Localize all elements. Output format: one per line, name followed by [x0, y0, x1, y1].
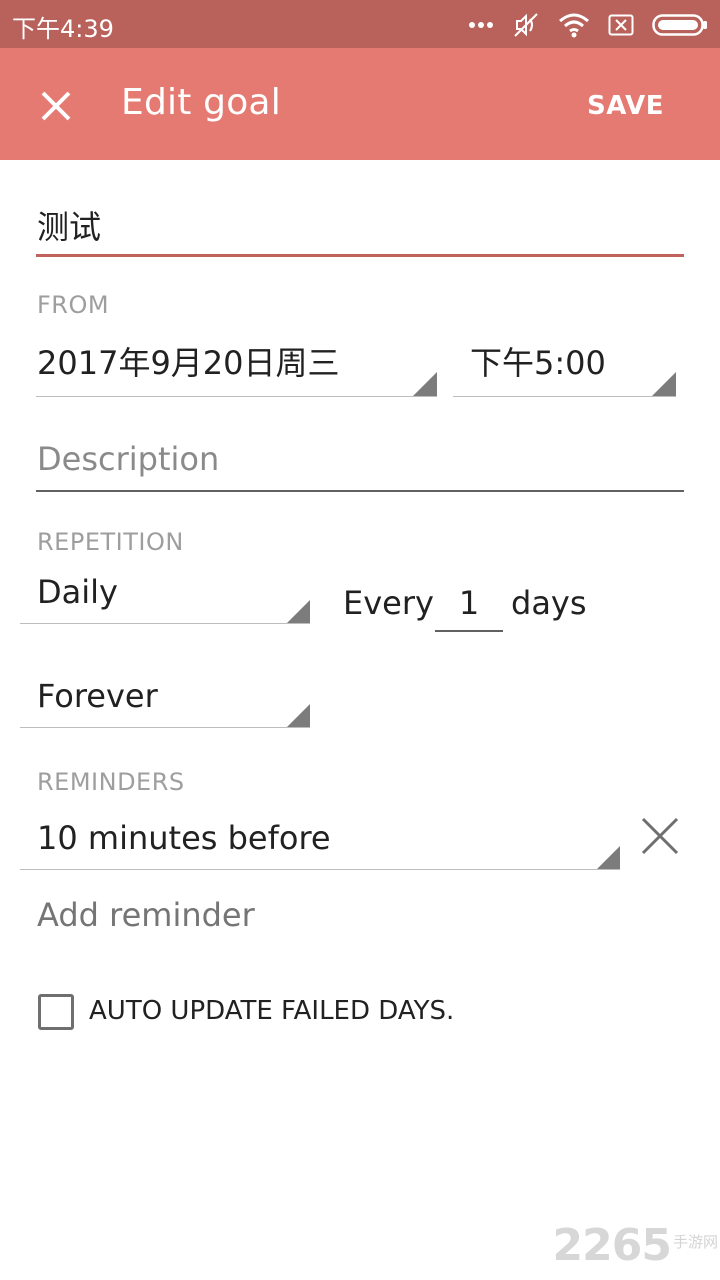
- goal-title-underline: [36, 254, 684, 257]
- watermark-text: 手游网: [672, 1233, 718, 1251]
- from-time-underline: [453, 396, 676, 397]
- page-title: Edit goal: [121, 82, 281, 123]
- dropdown-triangle-icon: [286, 600, 310, 624]
- from-date-spinner[interactable]: 2017年9月20日周三: [36, 330, 437, 398]
- close-icon: [41, 91, 71, 121]
- description-input[interactable]: Description: [37, 440, 219, 478]
- from-date-underline: [36, 396, 437, 397]
- dropdown-triangle-icon: [652, 372, 676, 396]
- remove-reminder-button[interactable]: [640, 816, 680, 856]
- reminder-value: 10 minutes before: [37, 819, 331, 857]
- close-icon: [641, 817, 679, 855]
- every-unit-label: days: [511, 584, 587, 622]
- app-bar: Edit goal SAVE: [0, 48, 720, 160]
- every-count-input[interactable]: 1: [435, 580, 503, 632]
- duration-spinner[interactable]: Forever: [20, 674, 310, 729]
- every-label: Every: [343, 584, 434, 622]
- description-underline: [36, 490, 684, 492]
- from-time-spinner[interactable]: 下午5:00: [453, 330, 676, 398]
- auto-update-label: AUTO UPDATE FAILED DAYS.: [89, 996, 455, 1026]
- from-date-value: 2017年9月20日周三: [37, 344, 340, 382]
- reminder-underline: [20, 869, 620, 870]
- every-count-underline: [435, 630, 503, 632]
- reminders-label: REMINDERS: [37, 768, 185, 796]
- from-label: FROM: [37, 291, 110, 319]
- status-icons: [468, 10, 708, 40]
- mute-icon: [514, 13, 538, 37]
- dropdown-triangle-icon: [413, 372, 437, 396]
- auto-update-checkbox[interactable]: [38, 994, 74, 1030]
- status-time: 下午4:39: [12, 15, 114, 43]
- reminder-spinner[interactable]: 10 minutes before: [20, 816, 620, 871]
- duration-value: Forever: [37, 677, 158, 715]
- add-reminder-button[interactable]: Add reminder: [37, 896, 255, 934]
- watermark-logo: 2265 手游网: [553, 1224, 718, 1268]
- status-bar: 下午4:39: [0, 0, 720, 48]
- goal-title-input[interactable]: 测试: [37, 202, 101, 248]
- duration-underline: [20, 727, 310, 728]
- from-time-value: 下午5:00: [470, 344, 606, 382]
- close-button[interactable]: [34, 84, 78, 128]
- dropdown-triangle-icon: [596, 846, 620, 870]
- repetition-label: REPETITION: [37, 528, 184, 556]
- sim-off-icon: [608, 14, 634, 36]
- dropdown-triangle-icon: [286, 704, 310, 728]
- save-button[interactable]: SAVE: [587, 91, 664, 121]
- wifi-icon: [559, 13, 589, 38]
- repetition-underline: [20, 623, 310, 624]
- every-count-value: 1: [458, 584, 480, 622]
- repetition-value: Daily: [37, 573, 118, 611]
- battery-icon: [652, 14, 707, 36]
- repetition-spinner[interactable]: Daily: [20, 570, 310, 625]
- more-dots-icon: [469, 22, 493, 28]
- watermark-number: 2265: [552, 1220, 672, 1271]
